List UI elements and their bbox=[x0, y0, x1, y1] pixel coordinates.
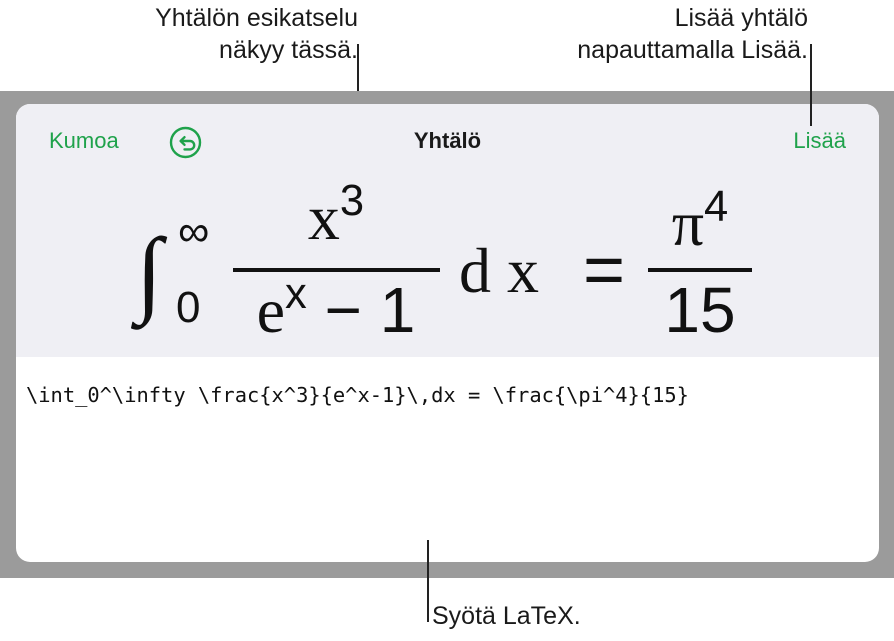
equation-denominator-exponent: x bbox=[285, 269, 307, 318]
equation-rhs-numerator: π4 bbox=[644, 185, 756, 256]
equation-fraction-bar bbox=[233, 268, 440, 272]
stage: Yhtälön esikatselu näkyy tässä. Lisää yh… bbox=[0, 0, 894, 641]
callout-insert: Lisää yhtälö napauttamalla Lisää. bbox=[577, 2, 808, 66]
equation-rhs-numerator-base: π bbox=[671, 188, 705, 259]
callout-preview: Yhtälön esikatselu näkyy tässä. bbox=[155, 2, 358, 66]
equation-numerator-exponent: 3 bbox=[339, 176, 365, 225]
sheet-title: Yhtälö bbox=[413, 128, 482, 153]
equation-integral-sign: ∫ bbox=[136, 218, 163, 325]
latex-input[interactable]: \int_0^\infty \frac{x^3}{e^x-1}\,dx = \f… bbox=[26, 382, 869, 552]
callout-insert-line-2: napauttamalla Lisää. bbox=[577, 36, 808, 64]
sheet-header: Kumoa Yhtälö Lisää ∫ ∞ 0 x3 ex − 1 d x =… bbox=[16, 104, 879, 357]
equation-rhs-numerator-exponent: 4 bbox=[704, 182, 729, 231]
callout-latex-leader-line bbox=[427, 540, 429, 622]
equation-equals-sign: = bbox=[583, 230, 626, 310]
equation-preview: ∫ ∞ 0 x3 ex − 1 d x = π4 15 bbox=[16, 174, 879, 357]
equation-rhs-denominator: 15 bbox=[664, 274, 736, 346]
equation-sheet: Kumoa Yhtälö Lisää ∫ ∞ 0 x3 ex − 1 d x =… bbox=[16, 104, 879, 562]
equation-numerator-base: x bbox=[307, 182, 340, 253]
callout-latex: Syötä LaTeX. bbox=[432, 602, 581, 630]
callout-insert-leader-line bbox=[810, 44, 812, 126]
insert-button[interactable]: Lisää bbox=[793, 128, 846, 154]
equation-denominator-base: e bbox=[256, 275, 286, 346]
equation-denominator-rest: − 1 bbox=[306, 274, 416, 346]
equation-differential: d x bbox=[459, 235, 539, 306]
equation-rhs-fraction-bar bbox=[648, 268, 752, 272]
callout-insert-line-1: Lisää yhtälö bbox=[674, 4, 808, 32]
equation-upper-limit: ∞ bbox=[178, 207, 210, 256]
equation-denominator: ex − 1 bbox=[231, 272, 441, 346]
callout-preview-line-1: Yhtälön esikatselu bbox=[155, 4, 358, 32]
equation-numerator: x3 bbox=[231, 179, 441, 250]
callout-preview-line-2: näkyy tässä. bbox=[219, 36, 358, 64]
equation-lower-limit: 0 bbox=[176, 283, 201, 332]
